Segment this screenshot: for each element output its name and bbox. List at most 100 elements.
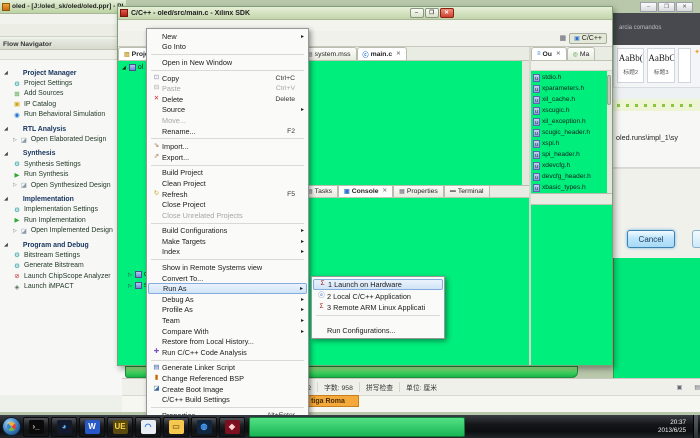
editor-tab[interactable]: ⓒ main.c: [357, 47, 407, 60]
context-menu-item[interactable]: Convert To...: [148, 273, 307, 284]
planahead-titlebar[interactable]: oled - [J:/oled_sk/oled/oled.ppr] - Plan: [0, 0, 126, 14]
console-tab[interactable]: ▣ Console: [338, 185, 393, 197]
flow-navigator-item[interactable]: ⚙ Synthesis Settings: [4, 159, 126, 169]
flow-navigator-item[interactable]: Program and Debug: [4, 240, 126, 250]
context-menu-item[interactable]: ⇗ Export...: [148, 152, 307, 163]
sdk-minimize-button[interactable]: ‒: [410, 8, 424, 18]
outline-tab[interactable]: ≡ Ou: [531, 47, 567, 60]
flow-navigator-item[interactable]: ▶ Run Implementation: [4, 215, 126, 225]
context-menu-item[interactable]: ◪ Create Boot Image: [148, 384, 307, 395]
open-perspective-icon[interactable]: ▦: [559, 35, 566, 42]
submenu-item[interactable]: Σ 1 Launch on Hardware: [313, 279, 443, 290]
view-mode-icon-2[interactable]: ▤: [688, 384, 700, 391]
outline-tab[interactable]: ◎ Ma: [567, 47, 596, 60]
context-menu-item[interactable]: Move...: [148, 115, 307, 126]
view-mode-icon[interactable]: ▣: [671, 384, 683, 391]
include-item[interactable]: u stdio.h: [533, 72, 607, 83]
include-item[interactable]: u xdevcfg.h: [533, 160, 607, 171]
flow-navigator-item[interactable]: ⊘ Launch ChipScope Analyzer: [4, 271, 126, 281]
editor-tab[interactable]: ▤ system.mss: [301, 47, 357, 60]
context-menu-item[interactable]: Build Configurations: [148, 226, 307, 237]
submenu-item[interactable]: Σ 3 Remote ARM Linux Application: [313, 302, 443, 313]
context-menu-item[interactable]: Compare With: [148, 326, 307, 337]
flow-navigator-item[interactable]: ⚙ Project Settings: [4, 78, 126, 88]
flow-navigator-item[interactable]: ⊞ Add Sources: [4, 89, 126, 99]
include-item[interactable]: u scugic_header.h: [533, 127, 607, 138]
context-menu-item[interactable]: ⊟ Paste Ctrl+V: [148, 83, 307, 94]
include-item[interactable]: u xbasic_types.h: [533, 182, 607, 193]
console-tab[interactable]: ▬ Terminal: [444, 185, 490, 197]
console-tab[interactable]: ▦ Properties: [393, 185, 444, 197]
include-item[interactable]: u xil_exception.h: [533, 116, 607, 127]
context-menu-item[interactable]: Debug As: [148, 294, 307, 305]
word-minimize-button[interactable]: ‒: [640, 2, 657, 12]
context-menu-item[interactable]: Close Unrelated Projects: [148, 210, 307, 221]
taskbar-button[interactable]: ◕: [51, 417, 77, 437]
context-menu-item[interactable]: Build Project: [148, 168, 307, 179]
taskbar-button[interactable]: ◆: [219, 417, 245, 437]
context-menu-item[interactable]: New: [148, 31, 307, 42]
context-menu-item[interactable]: Restore from Local History...: [148, 336, 307, 347]
context-menu-item[interactable]: ⊡ Copy Ctrl+C: [148, 73, 307, 84]
taskbar-button[interactable]: ›_: [23, 417, 49, 437]
project-tree-item[interactable]: ol: [122, 64, 143, 71]
context-menu-item[interactable]: Source: [148, 105, 307, 116]
context-menu-item[interactable]: Show in Remote Systems view: [148, 262, 307, 273]
context-menu-item[interactable]: Rename... F2: [148, 126, 307, 137]
sdk-titlebar[interactable]: C/C++ - oled/src/main.c - Xilinx SDK ‒ ❐…: [118, 7, 612, 20]
context-menu-item[interactable]: ✕ Delete Delete: [148, 94, 307, 105]
sdk-maximize-button[interactable]: ❐: [425, 8, 439, 18]
taskbar-button[interactable]: ▭: [163, 417, 189, 437]
word-maximize-button[interactable]: ❐: [658, 2, 675, 12]
word-close-button[interactable]: ✕: [676, 2, 693, 12]
include-item[interactable]: u spi_header.h: [533, 149, 607, 160]
context-menu-item[interactable]: Profile As: [148, 305, 307, 316]
include-item[interactable]: u devcfg_header.h: [533, 171, 607, 182]
flow-navigator-item[interactable]: ◪ Open Elaborated Design: [4, 134, 126, 144]
flow-navigator-item[interactable]: ⚙ Implementation Settings: [4, 205, 126, 215]
include-item[interactable]: u xspi.h: [533, 138, 607, 149]
submenu-item[interactable]: ⓔ 2 Local C/C++ Application: [313, 290, 443, 301]
taskbar-button[interactable]: ◠: [135, 417, 161, 437]
taskbar-green-window-button[interactable]: [249, 417, 465, 437]
submenu-item[interactable]: [313, 313, 443, 324]
flow-navigator-item[interactable]: Project Manager: [4, 68, 126, 78]
context-menu-item[interactable]: ↻ Refresh F5: [148, 189, 307, 200]
flow-navigator-item[interactable]: ◪ Open Synthesized Design: [4, 180, 126, 190]
context-menu-item[interactable]: Go Into: [148, 42, 307, 53]
flow-navigator-item[interactable]: ▶ Run Synthesis: [4, 170, 126, 180]
context-menu-item[interactable]: ▤ Generate Linker Script: [148, 363, 307, 374]
flow-navigator-item[interactable]: ◪ Open Implemented Design: [4, 225, 126, 235]
context-menu-item[interactable]: ⇘ Import...: [148, 141, 307, 152]
submenu-item[interactable]: Run Configurations...: [313, 325, 443, 336]
cpp-perspective-button[interactable]: ▣ C/C++: [569, 33, 607, 44]
context-menu-item[interactable]: ▮ Change Referenced BSP: [148, 373, 307, 384]
context-menu-item[interactable]: ✚ Run C/C++ Code Analysis: [148, 347, 307, 358]
taskbar-clock[interactable]: 20:37 2013/6/25: [655, 419, 689, 434]
flow-navigator-item[interactable]: Synthesis: [4, 149, 126, 159]
show-desktop-button[interactable]: [693, 415, 698, 438]
flow-navigator-item[interactable]: ◈ Launch iMPACT: [4, 281, 126, 291]
style-card-heading3[interactable]: AaBbC 标题3: [647, 48, 674, 83]
context-menu-item[interactable]: C/C++ Build Settings: [148, 394, 307, 405]
flow-navigator-item[interactable]: ▣ IP Catalog: [4, 99, 126, 109]
editor-scrollbar[interactable]: [523, 65, 528, 99]
taskbar-button[interactable]: UE: [107, 417, 133, 437]
cancel-button[interactable]: Cancel: [627, 230, 675, 248]
style-card-heading2[interactable]: AaBb( 标题2: [617, 48, 644, 83]
include-item[interactable]: u xparameters.h: [533, 83, 607, 94]
outline-scrollbar[interactable]: [607, 75, 611, 105]
status-spellcheck[interactable]: 拼写检查: [359, 382, 393, 392]
context-menu-item[interactable]: Team: [148, 315, 307, 326]
context-menu-item[interactable]: Clean Project: [148, 178, 307, 189]
style-card-partial[interactable]: [678, 48, 691, 83]
context-menu-item[interactable]: Open in New Window: [148, 57, 307, 68]
taskbar-button[interactable]: ◍: [191, 417, 217, 437]
flow-navigator-item[interactable]: ⚙ Generate Bitstream: [4, 261, 126, 271]
include-item[interactable]: u xscugic.h: [533, 105, 607, 116]
context-menu-item[interactable]: Close Project: [148, 199, 307, 210]
context-menu-item[interactable]: Run As: [148, 283, 307, 294]
flow-navigator-item[interactable]: RTL Analysis: [4, 124, 126, 134]
context-menu-item[interactable]: Index: [148, 247, 307, 258]
context-menu-item[interactable]: Make Targets: [148, 236, 307, 247]
